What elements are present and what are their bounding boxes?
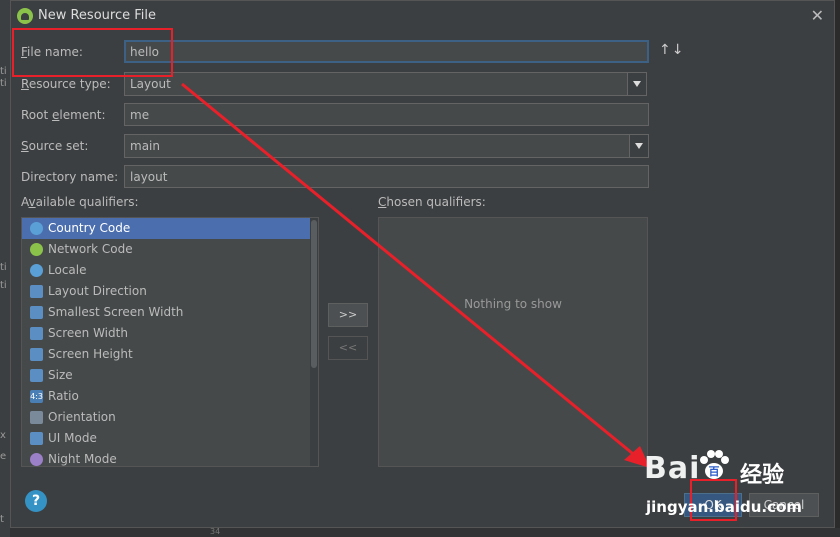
- chosen-qualifiers-list[interactable]: Nothing to show: [378, 217, 648, 467]
- qualifier-label: Size: [48, 368, 73, 382]
- chevron-down-icon[interactable]: [629, 135, 648, 157]
- sort-icon[interactable]: ↑↓: [659, 42, 684, 58]
- qualifier-item[interactable]: Night Mode: [22, 449, 318, 466]
- close-icon[interactable]: ✕: [811, 6, 824, 25]
- qualifier-item[interactable]: Layout Direction: [22, 281, 318, 302]
- scrollbar-thumb[interactable]: [311, 220, 317, 368]
- source-set-select[interactable]: main: [124, 134, 649, 158]
- qualifier-item[interactable]: 4:3 Ratio: [22, 386, 318, 407]
- width-icon: [30, 327, 43, 340]
- annotation-box-file-name: [12, 28, 173, 77]
- qualifier-label: Layout Direction: [48, 284, 147, 298]
- qualifier-items: Country Code Network Code Locale Layout Dir…: [22, 218, 318, 466]
- qualifier-label: Orientation: [48, 410, 116, 424]
- ide-fragment: ti: [0, 78, 7, 89]
- size-icon: [30, 369, 43, 382]
- height-icon: [30, 348, 43, 361]
- night-mode-icon: [30, 453, 43, 466]
- ide-fragment: e: [0, 451, 7, 462]
- resize-icon: [30, 306, 43, 319]
- resource-type-label: Resource type:: [21, 77, 111, 91]
- qualifier-label: Screen Height: [48, 347, 133, 361]
- ide-fragment: t: [0, 514, 4, 525]
- label-text: Root: [21, 108, 53, 122]
- qualifier-item[interactable]: Locale: [22, 260, 318, 281]
- annotation-box-ok: [690, 479, 737, 521]
- qualifier-item[interactable]: UI Mode: [22, 428, 318, 449]
- source-set-label: Source set:: [21, 139, 88, 153]
- ide-bottom-strip: 34: [10, 527, 840, 537]
- qualifier-item[interactable]: Smallest Screen Width: [22, 302, 318, 323]
- network-icon: [30, 243, 43, 256]
- ide-fragment: ti: [0, 66, 7, 77]
- orientation-icon: [30, 411, 43, 424]
- label-text: A: [21, 195, 29, 209]
- new-resource-file-dialog: New Resource File ✕ File name: ↑↓ Resour…: [10, 0, 835, 528]
- remove-qualifier-button[interactable]: <<: [328, 336, 368, 360]
- help-icon[interactable]: ?: [25, 490, 47, 512]
- qualifier-label: Night Mode: [48, 452, 117, 466]
- globe-icon: [30, 222, 43, 235]
- qualifier-label: Screen Width: [48, 326, 128, 340]
- qualifier-item[interactable]: Orientation: [22, 407, 318, 428]
- label-text: hosen qualifiers:: [386, 195, 486, 209]
- add-qualifier-button[interactable]: >>: [328, 303, 368, 327]
- globe-icon: [30, 264, 43, 277]
- available-qualifiers-label: Available qualifiers:: [21, 195, 139, 209]
- label-text: ailable qualifiers:: [35, 195, 139, 209]
- qualifier-item[interactable]: Network Code: [22, 239, 318, 260]
- qualifier-label: Smallest Screen Width: [48, 305, 184, 319]
- directory-name-label: Directory name:: [21, 170, 119, 184]
- chosen-qualifiers-label: Chosen qualifiers:: [378, 195, 486, 209]
- root-element-label: Root element:: [21, 108, 106, 122]
- source-set-value: main: [130, 139, 160, 153]
- chevron-down-icon[interactable]: [627, 73, 646, 95]
- qualifier-item[interactable]: Screen Height: [22, 344, 318, 365]
- ide-fragment: x: [0, 430, 6, 441]
- file-name-input[interactable]: [124, 40, 649, 63]
- ui-mode-icon: [30, 432, 43, 445]
- root-element-input[interactable]: [124, 103, 649, 126]
- mnemonic: v: [28, 195, 36, 209]
- label-text: lement:: [59, 108, 106, 122]
- direction-icon: [30, 285, 43, 298]
- ide-background-strip: ti ti ti ti x e t: [0, 0, 10, 537]
- qualifier-label: Ratio: [48, 389, 79, 403]
- qualifier-label: UI Mode: [48, 431, 97, 445]
- mnemonic: R: [21, 77, 29, 91]
- label-text: esource type:: [28, 77, 111, 91]
- qualifier-label: Network Code: [48, 242, 133, 256]
- ratio-icon: 4:3: [30, 390, 43, 403]
- qualifier-item[interactable]: Country Code: [22, 218, 318, 239]
- resource-type-select[interactable]: Layout: [124, 72, 647, 96]
- ide-fragment: ti: [0, 262, 7, 273]
- dialog-titlebar[interactable]: New Resource File ✕: [11, 1, 834, 31]
- available-qualifiers-list[interactable]: Country Code Network Code Locale Layout Dir…: [21, 217, 319, 467]
- ide-fragment: ti: [0, 280, 7, 291]
- ide-fragment: 34: [210, 527, 221, 536]
- qualifier-label: Locale: [48, 263, 87, 277]
- qualifier-item[interactable]: Size: [22, 365, 318, 386]
- cancel-button[interactable]: Cancel: [749, 493, 819, 517]
- qualifier-label: Country Code: [48, 221, 131, 235]
- resource-type-value: Layout: [130, 77, 171, 91]
- mnemonic: S: [21, 139, 29, 153]
- directory-name-input[interactable]: [124, 165, 649, 188]
- android-studio-icon: [17, 8, 33, 24]
- label-text: ource set:: [28, 139, 89, 153]
- qualifier-item[interactable]: Screen Width: [22, 323, 318, 344]
- scrollbar[interactable]: [310, 218, 318, 466]
- empty-state-text: Nothing to show: [464, 297, 562, 311]
- dialog-title: New Resource File: [38, 8, 156, 23]
